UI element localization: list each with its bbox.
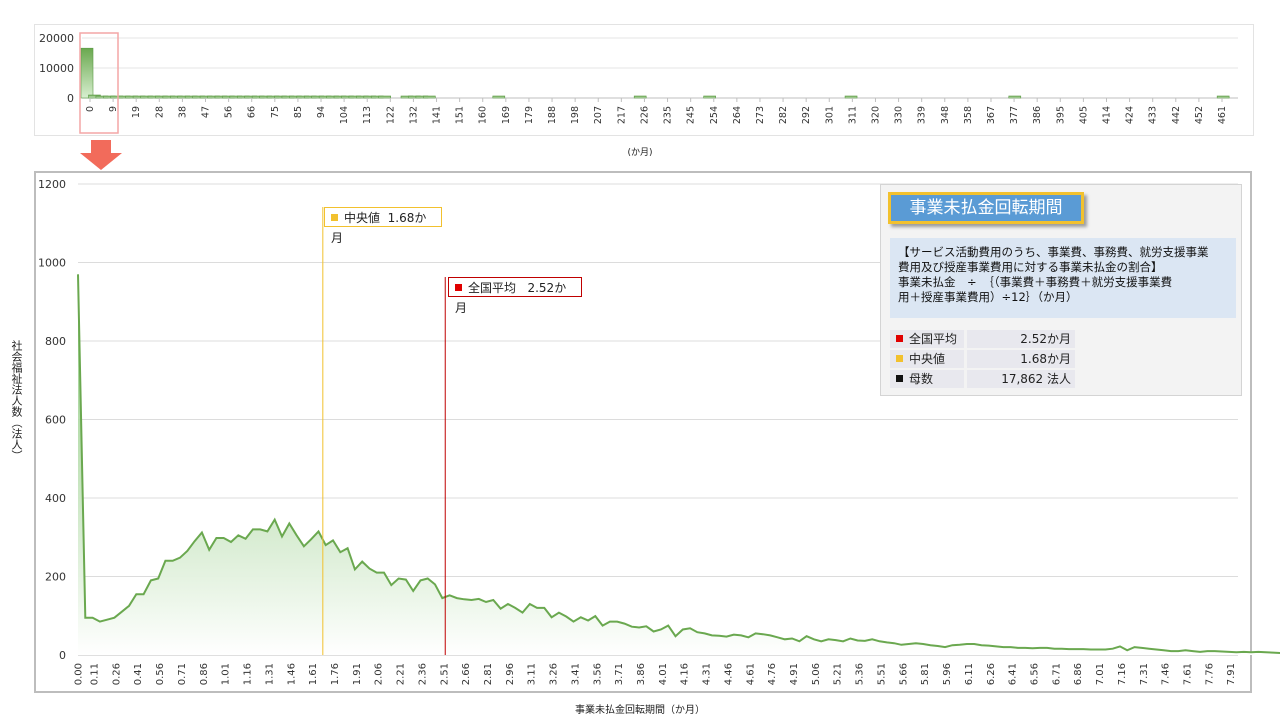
- detail-x-tick-label: 6.71: [1051, 663, 1062, 685]
- detail-x-tick-label: 2.21: [396, 663, 407, 685]
- detail-x-tick-label: 7.16: [1117, 663, 1128, 685]
- detail-x-tick-label: 5.66: [898, 663, 909, 685]
- median-stat-icon: [896, 355, 903, 362]
- detail-x-tick-label: 2.81: [483, 663, 494, 685]
- detail-y-tick-label: 600: [45, 414, 66, 427]
- info-formula: 【サービス活動費用のうち、事業費、事務費、就労支援事業 費用及び授産事業費用に対…: [890, 238, 1236, 318]
- detail-y-axis-label: 社会福祉法人数（法人）: [10, 339, 23, 461]
- detail-x-tick-label: 7.76: [1204, 663, 1215, 685]
- detail-x-tick-label: 5.06: [811, 663, 822, 685]
- stat-row-median: 中央値 1.68か月: [890, 350, 1076, 368]
- detail-x-tick-label: 0.11: [90, 663, 101, 685]
- detail-x-axis-label: 事業未払金回転期間（か月）: [575, 705, 705, 716]
- detail-x-tick-label: 1.76: [330, 663, 341, 685]
- detail-x-tick-label: 6.56: [1029, 663, 1040, 685]
- detail-x-tick-label: 1.31: [264, 663, 275, 685]
- formula-line-4: 用＋授産事業費用）÷12｝（か月）: [898, 290, 1078, 304]
- detail-x-tick-label: 2.66: [461, 663, 472, 685]
- detail-x-tick-label: 0.26: [111, 663, 122, 685]
- detail-y-tick-label: 1200: [38, 178, 66, 191]
- stat-value-mean: 2.52か月: [967, 330, 1075, 348]
- stat-label-count: 母数: [909, 372, 934, 386]
- detail-x-tick-label: 2.36: [417, 663, 428, 685]
- detail-x-tick-label: 5.81: [920, 663, 931, 685]
- detail-y-tick-label: 800: [45, 335, 66, 348]
- detail-x-tick-label: 3.71: [614, 663, 625, 685]
- mean-callout: 全国平均 2.52か月: [448, 277, 582, 315]
- mean-callout-label: 全国平均: [468, 281, 517, 295]
- detail-x-tick-label: 7.61: [1182, 663, 1193, 685]
- detail-x-tick-label: 3.26: [549, 663, 560, 685]
- stat-label-mean: 全国平均: [909, 332, 958, 346]
- stat-row-count: 母数 17,862 法人: [890, 370, 1076, 388]
- detail-x-tick-label: 5.51: [876, 663, 887, 685]
- formula-line-3: 事業未払金 ÷ ｛（事業費＋事務費＋就労支援事業費: [898, 275, 1173, 289]
- median-callout: 中央値 1.68か月: [324, 207, 442, 245]
- median-callout-label: 中央値: [344, 211, 381, 225]
- detail-y-tick-label: 400: [45, 492, 66, 505]
- detail-x-tick-label: 0.41: [133, 663, 144, 685]
- detail-x-tick-label: 5.21: [833, 663, 844, 685]
- detail-x-tick-label: 3.56: [592, 663, 603, 685]
- mean-marker-icon: [455, 284, 462, 291]
- detail-x-tick-label: 7.91: [1226, 663, 1237, 685]
- detail-x-tick-label: 0.71: [177, 663, 188, 685]
- detail-x-tick-label: 2.06: [374, 663, 385, 685]
- detail-x-tick-label: 2.51: [439, 663, 450, 685]
- detail-x-tick-label: 1.61: [308, 663, 319, 685]
- detail-x-tick-label: 0.56: [155, 663, 166, 685]
- detail-x-tick-label: 1.16: [243, 663, 254, 685]
- detail-x-tick-label: 7.46: [1161, 663, 1172, 685]
- detail-x-tick-label: 4.76: [767, 663, 778, 685]
- detail-x-tick-label: 0.00: [74, 663, 85, 685]
- detail-x-tick-label: 4.31: [702, 663, 713, 685]
- detail-x-tick-label: 5.36: [855, 663, 866, 685]
- detail-y-tick-label: 1000: [38, 257, 66, 270]
- detail-x-tick-label: 7.01: [1095, 663, 1106, 685]
- detail-x-tick-label: 4.01: [658, 663, 669, 685]
- detail-x-tick-label: 7.31: [1139, 663, 1150, 685]
- detail-x-tick-label: 1.46: [286, 663, 297, 685]
- stat-value-median: 1.68か月: [967, 350, 1075, 368]
- detail-x-tick-label: 1.01: [221, 663, 232, 685]
- detail-x-tick-label: 3.11: [527, 663, 538, 685]
- detail-x-tick-label: 6.11: [964, 663, 975, 685]
- median-marker-icon: [331, 214, 338, 221]
- info-title: 事業未払金回転期間: [888, 192, 1084, 224]
- detail-x-tick-label: 3.86: [636, 663, 647, 685]
- detail-x-tick-label: 0.86: [199, 663, 210, 685]
- stat-label-median: 中央値: [909, 352, 946, 366]
- detail-x-tick-label: 6.41: [1008, 663, 1019, 685]
- detail-x-tick-label: 3.41: [570, 663, 581, 685]
- mean-stat-icon: [896, 335, 903, 342]
- detail-x-tick-label: 4.61: [745, 663, 756, 685]
- detail-y-tick-label: 200: [45, 571, 66, 584]
- detail-x-tick-label: 5.96: [942, 663, 953, 685]
- detail-x-tick-label: 6.26: [986, 663, 997, 685]
- detail-x-tick-label: 4.16: [680, 663, 691, 685]
- detail-x-tick-label: 1.91: [352, 663, 363, 685]
- detail-y-tick-label: 0: [59, 649, 66, 662]
- detail-x-tick-label: 2.96: [505, 663, 516, 685]
- detail-x-tick-label: 6.86: [1073, 663, 1084, 685]
- detail-x-tick-label: 4.46: [723, 663, 734, 685]
- stat-row-mean: 全国平均 2.52か月: [890, 330, 1076, 348]
- count-stat-icon: [896, 375, 903, 382]
- stat-value-count: 17,862 法人: [967, 370, 1075, 388]
- formula-line-1: 【サービス活動費用のうち、事業費、事務費、就労支援事業: [898, 245, 1209, 259]
- formula-line-2: 費用及び授産事業費用に対する事業未払金の割合】: [898, 260, 1163, 274]
- detail-x-tick-label: 4.91: [789, 663, 800, 685]
